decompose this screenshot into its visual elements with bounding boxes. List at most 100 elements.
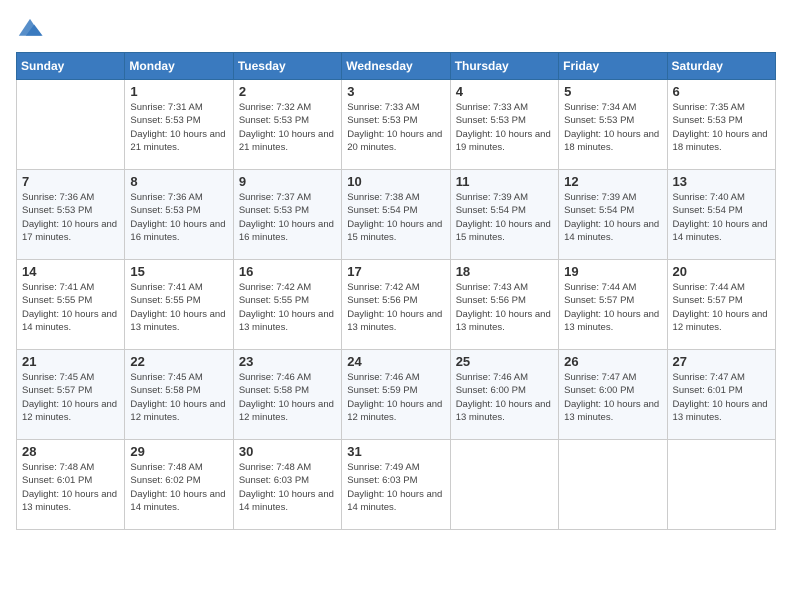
calendar-cell: 28Sunrise: 7:48 AM Sunset: 6:01 PM Dayli…: [17, 440, 125, 530]
calendar-cell: 2Sunrise: 7:32 AM Sunset: 5:53 PM Daylig…: [233, 80, 341, 170]
calendar-week-row: 1 Sunrise: 7:31 AM Sunset: 5:53 PM Daylig…: [17, 80, 776, 170]
day-number: 15: [130, 264, 227, 279]
day-info: Sunrise: 7:39 AM Sunset: 5:54 PM Dayligh…: [456, 191, 553, 244]
day-number: 6: [673, 84, 770, 99]
calendar-cell: [559, 440, 667, 530]
calendar-week-row: 28Sunrise: 7:48 AM Sunset: 6:01 PM Dayli…: [17, 440, 776, 530]
day-info: Sunrise: 7:31 AM Sunset: 5:53 PM Dayligh…: [130, 101, 227, 154]
day-number: 16: [239, 264, 336, 279]
day-info: Sunrise: 7:36 AM Sunset: 5:53 PM Dayligh…: [22, 191, 119, 244]
calendar-week-row: 14 Sunrise: 7:41 AM Sunset: 5:55 PM Dayli…: [17, 260, 776, 350]
day-number: 13: [673, 174, 770, 189]
calendar-cell: 31 Sunrise: 7:49 AM Sunset: 6:03 PM Dayli…: [342, 440, 450, 530]
day-number: 25: [456, 354, 553, 369]
day-info: Sunrise: 7:42 AM Sunset: 5:56 PM Dayligh…: [347, 281, 444, 334]
day-info: Sunrise: 7:46 AM Sunset: 6:00 PM Dayligh…: [456, 371, 553, 424]
calendar-cell: 1 Sunrise: 7:31 AM Sunset: 5:53 PM Daylig…: [125, 80, 233, 170]
day-number: 26: [564, 354, 661, 369]
day-number: 11: [456, 174, 553, 189]
day-info: Sunrise: 7:36 AM Sunset: 5:53 PM Dayligh…: [130, 191, 227, 244]
calendar-cell: 3 Sunrise: 7:33 AM Sunset: 5:53 PM Daylig…: [342, 80, 450, 170]
day-of-week-header: Tuesday: [233, 53, 341, 80]
day-of-week-header: Monday: [125, 53, 233, 80]
day-info: Sunrise: 7:33 AM Sunset: 5:53 PM Dayligh…: [347, 101, 444, 154]
day-number: 27: [673, 354, 770, 369]
day-info: Sunrise: 7:43 AM Sunset: 5:56 PM Dayligh…: [456, 281, 553, 334]
calendar-cell: 14 Sunrise: 7:41 AM Sunset: 5:55 PM Dayli…: [17, 260, 125, 350]
day-info: Sunrise: 7:41 AM Sunset: 5:55 PM Dayligh…: [130, 281, 227, 334]
day-info: Sunrise: 7:46 AM Sunset: 5:59 PM Dayligh…: [347, 371, 444, 424]
page-header: [16, 16, 776, 40]
calendar-cell: [17, 80, 125, 170]
calendar-cell: 16 Sunrise: 7:42 AM Sunset: 5:55 PM Dayli…: [233, 260, 341, 350]
calendar-cell: 29 Sunrise: 7:48 AM Sunset: 6:02 PM Dayli…: [125, 440, 233, 530]
day-of-week-header: Wednesday: [342, 53, 450, 80]
day-number: 29: [130, 444, 227, 459]
day-number: 8: [130, 174, 227, 189]
calendar-cell: 19 Sunrise: 7:44 AM Sunset: 5:57 PM Dayli…: [559, 260, 667, 350]
day-of-week-header: Saturday: [667, 53, 775, 80]
calendar-cell: 8 Sunrise: 7:36 AM Sunset: 5:53 PM Daylig…: [125, 170, 233, 260]
day-number: 14: [22, 264, 119, 279]
calendar-cell: 27 Sunrise: 7:47 AM Sunset: 6:01 PM Dayli…: [667, 350, 775, 440]
day-info: Sunrise: 7:45 AM Sunset: 5:57 PM Dayligh…: [22, 371, 119, 424]
day-info: Sunrise: 7:49 AM Sunset: 6:03 PM Dayligh…: [347, 461, 444, 514]
day-number: 5: [564, 84, 661, 99]
calendar-cell: 11 Sunrise: 7:39 AM Sunset: 5:54 PM Dayli…: [450, 170, 558, 260]
day-number: 31: [347, 444, 444, 459]
calendar-cell: 7 Sunrise: 7:36 AM Sunset: 5:53 PM Daylig…: [17, 170, 125, 260]
calendar-cell: 17 Sunrise: 7:42 AM Sunset: 5:56 PM Dayli…: [342, 260, 450, 350]
day-number: 20: [673, 264, 770, 279]
day-number: 22: [130, 354, 227, 369]
day-info: Sunrise: 7:48 AM Sunset: 6:03 PM Dayligh…: [239, 461, 336, 514]
day-number: 21: [22, 354, 119, 369]
day-number: 17: [347, 264, 444, 279]
day-info: Sunrise: 7:41 AM Sunset: 5:55 PM Dayligh…: [22, 281, 119, 334]
day-info: Sunrise: 7:45 AM Sunset: 5:58 PM Dayligh…: [130, 371, 227, 424]
day-info: Sunrise: 7:34 AM Sunset: 5:53 PM Dayligh…: [564, 101, 661, 154]
day-number: 18: [456, 264, 553, 279]
calendar-table: SundayMondayTuesdayWednesdayThursdayFrid…: [16, 52, 776, 530]
calendar-cell: 4 Sunrise: 7:33 AM Sunset: 5:53 PM Daylig…: [450, 80, 558, 170]
day-info: Sunrise: 7:39 AM Sunset: 5:54 PM Dayligh…: [564, 191, 661, 244]
calendar-cell: [667, 440, 775, 530]
day-info: Sunrise: 7:44 AM Sunset: 5:57 PM Dayligh…: [673, 281, 770, 334]
day-number: 7: [22, 174, 119, 189]
day-number: 19: [564, 264, 661, 279]
day-info: Sunrise: 7:46 AM Sunset: 5:58 PM Dayligh…: [239, 371, 336, 424]
day-number: 4: [456, 84, 553, 99]
day-number: 3: [347, 84, 444, 99]
calendar-cell: 30Sunrise: 7:48 AM Sunset: 6:03 PM Dayli…: [233, 440, 341, 530]
day-info: Sunrise: 7:38 AM Sunset: 5:54 PM Dayligh…: [347, 191, 444, 244]
calendar-cell: 18 Sunrise: 7:43 AM Sunset: 5:56 PM Dayli…: [450, 260, 558, 350]
calendar-cell: 25 Sunrise: 7:46 AM Sunset: 6:00 PM Dayli…: [450, 350, 558, 440]
day-info: Sunrise: 7:42 AM Sunset: 5:55 PM Dayligh…: [239, 281, 336, 334]
calendar-week-row: 7 Sunrise: 7:36 AM Sunset: 5:53 PM Daylig…: [17, 170, 776, 260]
calendar-cell: 6 Sunrise: 7:35 AM Sunset: 5:53 PM Daylig…: [667, 80, 775, 170]
day-info: Sunrise: 7:32 AM Sunset: 5:53 PM Dayligh…: [239, 101, 336, 154]
calendar-header-row: SundayMondayTuesdayWednesdayThursdayFrid…: [17, 53, 776, 80]
logo-icon: [16, 16, 44, 40]
logo: [16, 16, 48, 40]
day-number: 28: [22, 444, 119, 459]
calendar-cell: 10Sunrise: 7:38 AM Sunset: 5:54 PM Dayli…: [342, 170, 450, 260]
calendar-cell: 23 Sunrise: 7:46 AM Sunset: 5:58 PM Dayli…: [233, 350, 341, 440]
day-info: Sunrise: 7:35 AM Sunset: 5:53 PM Dayligh…: [673, 101, 770, 154]
calendar-cell: 22 Sunrise: 7:45 AM Sunset: 5:58 PM Dayli…: [125, 350, 233, 440]
day-of-week-header: Sunday: [17, 53, 125, 80]
day-number: 24: [347, 354, 444, 369]
calendar-cell: [450, 440, 558, 530]
calendar-cell: 21 Sunrise: 7:45 AM Sunset: 5:57 PM Dayli…: [17, 350, 125, 440]
day-number: 1: [130, 84, 227, 99]
day-info: Sunrise: 7:48 AM Sunset: 6:02 PM Dayligh…: [130, 461, 227, 514]
day-info: Sunrise: 7:47 AM Sunset: 6:00 PM Dayligh…: [564, 371, 661, 424]
calendar-cell: 20 Sunrise: 7:44 AM Sunset: 5:57 PM Dayli…: [667, 260, 775, 350]
day-number: 23: [239, 354, 336, 369]
calendar-cell: 9Sunrise: 7:37 AM Sunset: 5:53 PM Daylig…: [233, 170, 341, 260]
calendar-cell: 12Sunrise: 7:39 AM Sunset: 5:54 PM Dayli…: [559, 170, 667, 260]
day-number: 9: [239, 174, 336, 189]
day-info: Sunrise: 7:33 AM Sunset: 5:53 PM Dayligh…: [456, 101, 553, 154]
day-info: Sunrise: 7:47 AM Sunset: 6:01 PM Dayligh…: [673, 371, 770, 424]
day-info: Sunrise: 7:44 AM Sunset: 5:57 PM Dayligh…: [564, 281, 661, 334]
day-of-week-header: Friday: [559, 53, 667, 80]
